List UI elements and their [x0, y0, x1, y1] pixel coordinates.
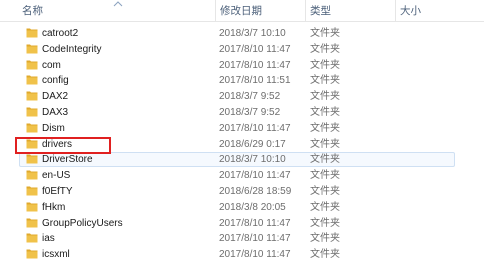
file-type: 文件夹	[310, 249, 340, 261]
file-date-modified: 2017/8/10 11:47	[219, 249, 291, 261]
file-date-modified: 2018/3/7 9:52	[219, 106, 281, 118]
file-date-modified: 2017/8/10 11:47	[219, 170, 291, 182]
folder-icon	[26, 44, 38, 54]
file-name: fHkm	[42, 201, 66, 213]
folder-icon	[26, 154, 38, 164]
file-row[interactable]: fHkm 2018/3/8 20:05 文件夹	[0, 200, 484, 216]
file-type: 文件夹	[310, 170, 340, 182]
file-name: CodeIntegrity	[42, 43, 102, 55]
file-date-modified: 2018/6/29 0:17	[219, 138, 286, 150]
file-date-modified: 2017/8/10 11:47	[219, 59, 291, 71]
folder-icon	[26, 91, 38, 101]
file-name: catroot2	[42, 28, 79, 39]
file-row[interactable]: icsxml 2017/8/10 11:47 文件夹	[0, 247, 484, 261]
file-explorer: 名称 修改日期 类型 大小 catroot2 2018/3/7 10:10 文件夹 C…	[0, 0, 484, 261]
file-list: catroot2 2018/3/7 10:10 文件夹 CodeIntegrity 20…	[0, 26, 484, 261]
folder-icon	[26, 60, 38, 70]
file-type: 文件夹	[310, 154, 340, 166]
file-date-modified: 2018/3/7 10:10	[219, 154, 286, 166]
file-name: DAX2	[42, 91, 69, 103]
folder-icon	[26, 233, 38, 243]
file-name: icsxml	[42, 249, 70, 261]
column-header-name-label: 名称	[22, 5, 43, 17]
folder-icon	[26, 186, 38, 196]
column-header-type-label: 类型	[310, 5, 331, 17]
file-type: 文件夹	[310, 233, 340, 245]
file-row[interactable]: drivers 2018/6/29 0:17 文件夹	[0, 137, 484, 153]
sort-ascending-icon	[113, 1, 123, 7]
folder-icon	[26, 75, 38, 85]
file-type: 文件夹	[310, 75, 340, 87]
file-date-modified: 2017/8/10 11:47	[219, 43, 291, 55]
file-name: DAX3	[42, 106, 69, 118]
file-row[interactable]: Dism 2017/8/10 11:47 文件夹	[0, 121, 484, 137]
column-header-bar: 名称 修改日期 类型 大小	[0, 0, 484, 22]
file-row[interactable]: DAX2 2018/3/7 9:52 文件夹	[0, 89, 484, 105]
file-type: 文件夹	[310, 201, 340, 213]
file-date-modified: 2017/8/10 11:47	[219, 233, 291, 245]
file-row[interactable]: en-US 2017/8/10 11:47 文件夹	[0, 168, 484, 184]
file-row[interactable]: com 2017/8/10 11:47 文件夹	[0, 58, 484, 74]
file-date-modified: 2018/6/28 18:59	[219, 185, 292, 197]
folder-icon	[26, 218, 38, 228]
file-type: 文件夹	[310, 122, 340, 134]
file-name: en-US	[42, 170, 71, 182]
file-date-modified: 2018/3/7 9:52	[219, 91, 281, 103]
column-header-size-label: 大小	[400, 5, 421, 17]
column-header-size[interactable]: 大小	[396, 0, 466, 22]
file-row[interactable]: DAX3 2018/3/7 9:52 文件夹	[0, 105, 484, 121]
file-row[interactable]: f0EfTY 2018/6/28 18:59 文件夹	[0, 184, 484, 200]
file-type: 文件夹	[310, 28, 340, 39]
folder-icon	[26, 107, 38, 117]
file-date-modified: 2017/8/10 11:47	[219, 217, 291, 229]
folder-icon	[26, 249, 38, 259]
file-type: 文件夹	[310, 217, 340, 229]
file-row[interactable]: ias 2017/8/10 11:47 文件夹	[0, 231, 484, 247]
column-header-date-label: 修改日期	[220, 5, 262, 17]
file-name: DriverStore	[42, 154, 93, 166]
file-date-modified: 2018/3/7 10:10	[219, 28, 286, 39]
folder-icon	[26, 170, 38, 180]
file-row[interactable]: CodeIntegrity 2017/8/10 11:47 文件夹	[0, 42, 484, 58]
folder-icon	[26, 28, 38, 38]
file-type: 文件夹	[310, 59, 340, 71]
file-name: com	[42, 59, 61, 71]
file-type: 文件夹	[310, 138, 340, 150]
file-name: GroupPolicyUsers	[42, 217, 123, 229]
file-date-modified: 2018/3/8 20:05	[219, 201, 286, 213]
file-row[interactable]: catroot2 2018/3/7 10:10 文件夹	[0, 26, 484, 42]
file-date-modified: 2017/8/10 11:47	[219, 122, 291, 134]
column-header-date-modified[interactable]: 修改日期	[216, 0, 306, 22]
file-name: Dism	[42, 122, 65, 134]
file-name: ias	[42, 233, 55, 245]
file-type: 文件夹	[310, 185, 340, 197]
file-row[interactable]: DriverStore 2018/3/7 10:10 文件夹	[0, 152, 484, 168]
folder-icon	[26, 202, 38, 212]
file-name: f0EfTY	[42, 185, 73, 197]
folder-icon	[26, 123, 38, 133]
file-row[interactable]: GroupPolicyUsers 2017/8/10 11:47 文件夹	[0, 216, 484, 232]
file-row[interactable]: config 2017/8/10 11:51 文件夹	[0, 73, 484, 89]
file-type: 文件夹	[310, 43, 340, 55]
column-header-type[interactable]: 类型	[306, 0, 396, 22]
file-date-modified: 2017/8/10 11:51	[219, 75, 291, 87]
file-name: config	[42, 75, 69, 87]
folder-icon	[26, 139, 38, 149]
file-type: 文件夹	[310, 106, 340, 118]
file-type: 文件夹	[310, 91, 340, 103]
file-name: drivers	[42, 138, 73, 150]
